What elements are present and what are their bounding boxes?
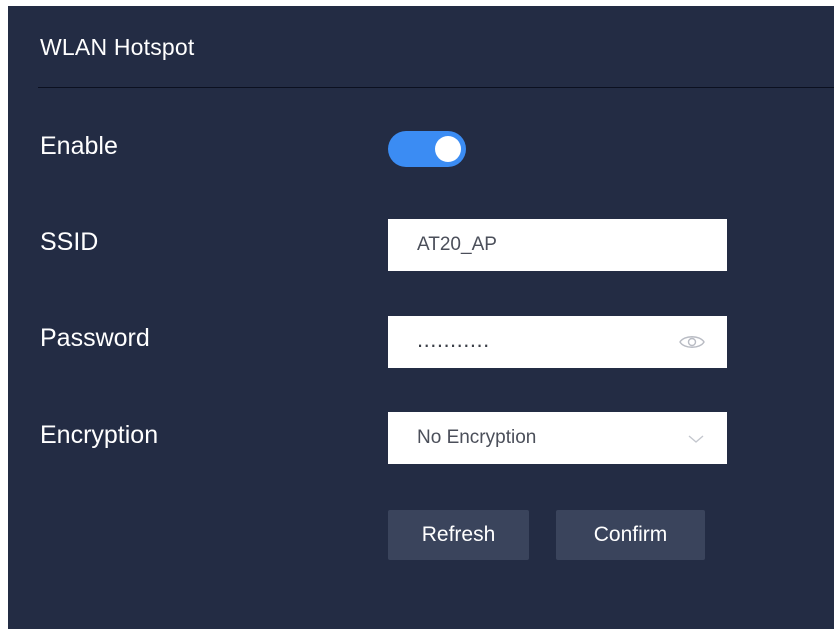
encryption-value: No Encryption	[417, 427, 537, 448]
enable-toggle[interactable]	[388, 131, 466, 167]
toggle-knob	[435, 136, 461, 162]
password-value: ...........	[417, 327, 490, 352]
encryption-label: Encryption	[40, 421, 159, 449]
wlan-hotspot-panel: WLAN Hotspot Enable SSID AT20_AP Passwor…	[8, 6, 834, 629]
title-divider	[38, 87, 834, 88]
ssid-input[interactable]: AT20_AP	[388, 219, 727, 271]
enable-label: Enable	[40, 132, 118, 160]
eye-icon[interactable]	[679, 333, 705, 351]
encryption-select[interactable]: No Encryption	[388, 412, 727, 464]
ssid-label: SSID	[40, 228, 99, 256]
confirm-button[interactable]: Confirm	[556, 510, 705, 560]
password-input[interactable]: ...........	[388, 316, 727, 368]
password-label: Password	[40, 324, 150, 352]
refresh-button[interactable]: Refresh	[388, 510, 529, 560]
ssid-value: AT20_AP	[417, 234, 497, 255]
page-title: WLAN Hotspot	[40, 34, 195, 60]
chevron-down-icon	[688, 435, 704, 443]
